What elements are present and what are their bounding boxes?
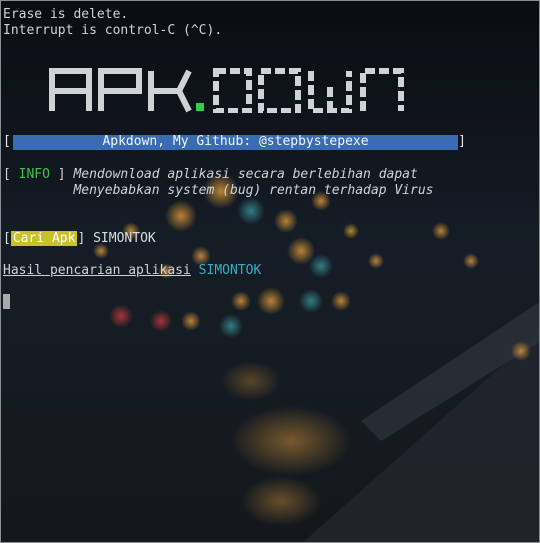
search-label: Cari Apk — [12, 231, 76, 246]
apkdown-logo — [49, 68, 404, 113]
result-query: SIMONTOK — [198, 263, 262, 278]
info-bracket-open: [ — [3, 167, 19, 182]
info-message: [ INFO ] Mendownload aplikasi secara ber… — [3, 167, 433, 199]
terminal-cursor[interactable] — [3, 294, 10, 309]
result-prefix: Hasil pencarian aplikasi — [3, 263, 191, 278]
info-bracket-close: ] — [49, 167, 74, 182]
terminal-line-interrupt: Interrupt is control-C (^C). — [3, 23, 223, 38]
search-prompt: [Cari Apk] SIMONTOK — [3, 231, 156, 247]
search-bracket-close: ] — [77, 231, 94, 246]
info-tag: INFO — [18, 167, 50, 182]
terminal-line-erase: Erase is delete. — [3, 7, 129, 22]
info-line-2: Menyebabkan system (bug) rentan terhadap… — [73, 183, 434, 198]
search-query: SIMONTOK — [93, 231, 156, 246]
search-badge: Cari Apk — [10, 231, 78, 246]
banner-left-bracket: [ — [3, 134, 11, 149]
terminal-window[interactable]: Erase is delete. Interrupt is control-C … — [0, 0, 540, 543]
info-line-1: Mendownload aplikasi secara berlebihan d… — [73, 167, 418, 182]
banner-text: Apkdown, My Github: @stepbystepexe — [102, 134, 369, 149]
search-result: Hasil pencarian aplikasi SIMONTOK — [3, 263, 261, 279]
search-bracket-open: [ — [3, 231, 11, 246]
banner-right-bracket: ] — [458, 134, 466, 149]
info-indent — [3, 183, 73, 198]
result-space — [191, 263, 199, 278]
github-banner: [ Apkdown, My Github: @stepbystepexe ] — [3, 134, 466, 150]
